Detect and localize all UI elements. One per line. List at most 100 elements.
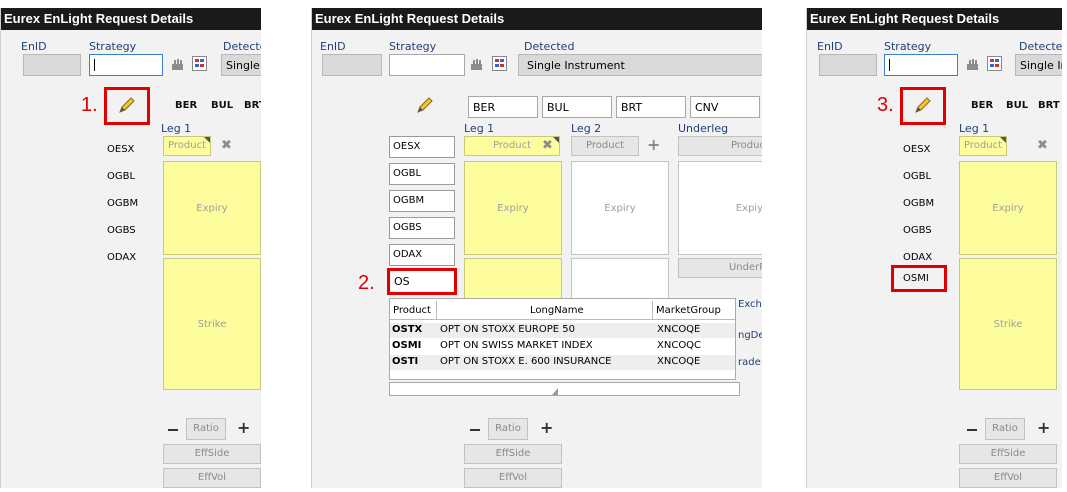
window-title: Eurex EnLight Request Details bbox=[312, 8, 762, 30]
enid-field[interactable] bbox=[322, 54, 382, 76]
ratio-minus-icon[interactable] bbox=[168, 429, 178, 431]
product-oesx[interactable]: OESX bbox=[107, 144, 134, 155]
leg1-strike-cell[interactable] bbox=[464, 258, 562, 300]
hand-icon[interactable] bbox=[171, 58, 185, 71]
leg2-expiry-cell[interactable]: Expiry bbox=[571, 161, 669, 255]
underleg-product-cell[interactable]: Produc bbox=[678, 136, 762, 156]
code-brt-text: BRT bbox=[621, 101, 643, 114]
header-longname[interactable]: LongName bbox=[530, 305, 584, 316]
header-marketgroup[interactable]: MarketGroup bbox=[656, 305, 721, 316]
code-ber[interactable]: BER bbox=[175, 100, 197, 111]
code-brt[interactable]: BRT bbox=[616, 96, 686, 118]
hand-icon[interactable] bbox=[470, 58, 484, 71]
strike-cell-text: Strike bbox=[993, 319, 1023, 330]
product-ogbs[interactable]: OGBS bbox=[903, 225, 932, 236]
code-brt[interactable]: BRT bbox=[1038, 100, 1060, 111]
panel-step2: Eurex EnLight Request Details EnID Strat… bbox=[311, 8, 762, 488]
effside-button[interactable]: EffSide bbox=[464, 444, 562, 464]
ratio-plus-icon[interactable]: + bbox=[540, 418, 553, 437]
code-cnv-text: CNV bbox=[695, 101, 719, 114]
product-oesx[interactable]: OESX bbox=[903, 144, 930, 155]
product-ogbs[interactable]: OGBS bbox=[107, 225, 136, 236]
product-ogbs[interactable]: OGBS bbox=[389, 217, 455, 239]
hand-icon[interactable] bbox=[966, 58, 980, 71]
detected-field: Single Instrument bbox=[518, 54, 762, 76]
pencil-icon[interactable] bbox=[415, 95, 435, 115]
strategy-label: Strategy bbox=[89, 40, 137, 53]
row-longname: OPT ON STOXX E. 600 INSURANCE bbox=[440, 356, 612, 367]
effvol-button[interactable]: EffVol bbox=[163, 468, 261, 488]
effvol-button[interactable]: EffVol bbox=[959, 468, 1057, 488]
ratio-button[interactable]: Ratio bbox=[186, 418, 226, 440]
leg1-expiry-cell[interactable]: Expiry bbox=[959, 161, 1057, 255]
ratio-button[interactable]: Ratio bbox=[985, 418, 1025, 440]
strategy-input[interactable] bbox=[389, 54, 465, 76]
product-odax[interactable]: ODAX bbox=[389, 244, 455, 266]
add-leg-icon[interactable]: + bbox=[647, 135, 660, 154]
product-ogbl[interactable]: OGBL bbox=[389, 163, 455, 185]
code-ber[interactable]: BER bbox=[468, 96, 538, 118]
remove-icon[interactable]: ✖ bbox=[542, 138, 553, 153]
ratio-plus-icon[interactable]: + bbox=[1037, 418, 1050, 437]
grid-icon[interactable] bbox=[492, 56, 507, 71]
leg1-product-cell[interactable]: Product bbox=[163, 136, 211, 156]
product-ogbm[interactable]: OGBM bbox=[903, 198, 934, 209]
window-title: Eurex EnLight Request Details bbox=[1, 8, 261, 30]
ratio-button[interactable]: Ratio bbox=[488, 418, 528, 440]
detected-value: Single Instrument bbox=[527, 59, 625, 72]
leg1-strike-cell[interactable]: Strike bbox=[959, 258, 1057, 390]
header-product[interactable]: Product bbox=[393, 305, 431, 316]
ratio-minus-icon[interactable] bbox=[470, 429, 480, 431]
pencil-icon[interactable] bbox=[117, 95, 137, 115]
remove-icon[interactable]: ✖ bbox=[1037, 138, 1048, 153]
code-cnv[interactable]: CNV bbox=[690, 96, 760, 118]
resize-grip-icon[interactable] bbox=[552, 385, 558, 395]
row-group: XNCOQE bbox=[657, 356, 701, 367]
enid-label: EnID bbox=[21, 40, 47, 53]
pencil-icon[interactable] bbox=[913, 95, 933, 115]
dropdown-row[interactable]: OSTI OPT ON STOXX E. 600 INSURANCE XNCOQ… bbox=[390, 355, 735, 370]
underleg-underp-cell[interactable]: UnderF bbox=[678, 258, 762, 278]
enid-label: EnID bbox=[320, 40, 346, 53]
effside-button[interactable]: EffSide bbox=[163, 444, 261, 464]
dropdown-row[interactable]: OSMI OPT ON SWISS MARKET INDEX XNCOQC bbox=[390, 339, 735, 354]
grid-icon[interactable] bbox=[987, 56, 1002, 71]
product-ogbl[interactable]: OGBL bbox=[903, 171, 931, 182]
product-odax[interactable]: ODAX bbox=[107, 252, 136, 263]
leg1-expiry-cell[interactable]: Expiry bbox=[163, 161, 261, 255]
product-oesx[interactable]: OESX bbox=[389, 136, 455, 158]
ratio-plus-icon[interactable]: + bbox=[237, 418, 250, 437]
product-dropdown: Product LongName MarketGroup OSTX OPT ON… bbox=[389, 298, 736, 380]
grid-icon[interactable] bbox=[192, 56, 207, 71]
enid-field[interactable] bbox=[819, 54, 877, 76]
remove-icon[interactable]: ✖ bbox=[221, 138, 232, 153]
product-ogbm[interactable]: OGBM bbox=[389, 190, 455, 212]
leg1-strike-cell[interactable]: Strike bbox=[163, 258, 261, 390]
leg2-product-cell[interactable]: Product bbox=[571, 136, 639, 156]
underleg-expiry-cell[interactable]: Expiy bbox=[678, 161, 762, 255]
strategy-input[interactable] bbox=[89, 54, 163, 76]
effside-button[interactable]: EffSide bbox=[959, 444, 1057, 464]
code-bul[interactable]: BUL bbox=[542, 96, 612, 118]
step-1-label: 1. bbox=[81, 94, 98, 116]
strategy-input[interactable] bbox=[884, 54, 958, 76]
code-bul[interactable]: BUL bbox=[211, 100, 233, 111]
effvol-button[interactable]: EffVol bbox=[464, 468, 562, 488]
detected-field: Single I bbox=[221, 54, 261, 76]
product-ogbl[interactable]: OGBL bbox=[107, 171, 135, 182]
leg1-expiry-cell[interactable]: Expiry bbox=[464, 161, 562, 255]
product-odax[interactable]: ODAX bbox=[903, 252, 932, 263]
code-bul[interactable]: BUL bbox=[1006, 100, 1028, 111]
ratio-minus-icon[interactable] bbox=[967, 429, 977, 431]
dropdown-scrollbar[interactable] bbox=[389, 382, 740, 396]
product-osmi[interactable]: OSMI bbox=[903, 273, 929, 284]
code-brt[interactable]: BRT bbox=[244, 100, 261, 111]
product-ogbm[interactable]: OGBM bbox=[107, 198, 138, 209]
code-ber[interactable]: BER bbox=[971, 100, 993, 111]
leg2-strike-cell[interactable] bbox=[571, 258, 669, 300]
dropdown-row[interactable]: OSTX OPT ON STOXX EUROPE 50 XNCOQE bbox=[390, 323, 735, 338]
underleg-underp-text: UnderF bbox=[728, 262, 762, 273]
enid-field[interactable] bbox=[23, 54, 81, 76]
leg1-product-cell[interactable]: Product bbox=[959, 136, 1007, 156]
product-search-input[interactable]: OS bbox=[391, 271, 454, 291]
